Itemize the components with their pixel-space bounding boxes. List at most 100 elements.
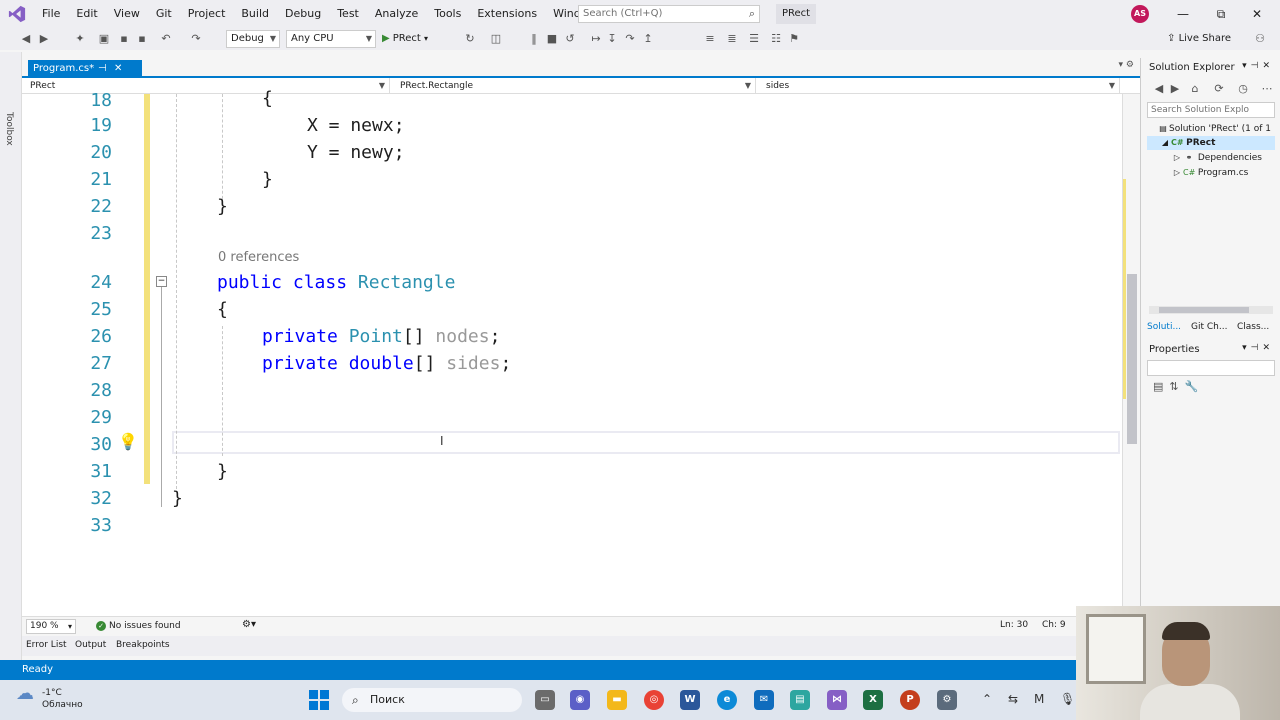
menu-build[interactable]: Build — [233, 0, 277, 28]
panel-controls-icon[interactable]: ▾⊣✕ — [1242, 343, 1274, 353]
undo-icon[interactable]: ↶ — [158, 31, 174, 47]
step-into-icon[interactable]: ↧ — [604, 31, 620, 47]
search-input[interactable]: Search (Ctrl+Q) ⌕ — [578, 5, 760, 23]
pending-changes-icon[interactable]: ◷ — [1235, 81, 1251, 97]
brush-icon[interactable]: ⚙▾ — [242, 619, 256, 630]
back-icon[interactable]: ◀ — [18, 31, 34, 47]
member-dropdown[interactable]: sides ▼ — [758, 78, 1120, 94]
menu-project[interactable]: Project — [180, 0, 234, 28]
tab-breakpoints[interactable]: Breakpoints — [116, 640, 170, 650]
uncomment-icon[interactable]: ≣ — [724, 31, 740, 47]
solution-search-input[interactable]: Search Solution Explo — [1147, 102, 1275, 118]
visual-studio-taskbar-icon[interactable]: ⋈ — [827, 690, 847, 710]
tab-solution[interactable]: Soluti... — [1147, 322, 1181, 332]
tab-git-changes[interactable]: Git Ch... — [1191, 322, 1227, 332]
tree-item-solution[interactable]: ▤ Solution 'PRect' (1 of 1 — [1147, 122, 1275, 136]
taskbar-search[interactable]: ⌕ Поиск — [342, 688, 522, 712]
mail-icon[interactable]: ✉ — [754, 690, 774, 710]
properties-object-select[interactable] — [1147, 360, 1275, 376]
menu-debug[interactable]: Debug — [277, 0, 329, 28]
vertical-scrollbar[interactable] — [1122, 94, 1140, 616]
panel-controls-icon[interactable]: ▾⊣✕ — [1242, 61, 1274, 71]
zoom-select[interactable]: 190 % ▾ — [26, 619, 76, 634]
edge-icon[interactable]: e — [717, 690, 737, 710]
save-all-icon[interactable]: ▪ — [134, 31, 150, 47]
word-icon[interactable]: W — [680, 690, 700, 710]
menu-test[interactable]: Test — [329, 0, 367, 28]
outdent-icon[interactable]: ☷ — [768, 31, 784, 47]
tab-class-view[interactable]: Class... — [1237, 322, 1269, 332]
menu-tools[interactable]: Tools — [426, 0, 469, 28]
run-button[interactable]: ▶ PRect ▾ — [382, 30, 428, 48]
forward-icon[interactable]: ▶ — [36, 31, 52, 47]
restart-icon[interactable]: ↺ — [562, 31, 578, 47]
step-over-icon[interactable]: ↷ — [622, 31, 638, 47]
scrollbar-thumb[interactable] — [1159, 307, 1249, 313]
back-icon[interactable]: ◀ — [1151, 81, 1167, 97]
windows-start-icon[interactable] — [309, 690, 329, 710]
scrollbar-thumb[interactable] — [1127, 274, 1137, 444]
tray-network-icon[interactable]: ⇆ — [1008, 692, 1018, 706]
tray-app-icon[interactable]: M — [1034, 692, 1044, 706]
stop-icon[interactable]: ■ — [544, 31, 560, 47]
browse-icon[interactable]: ◫ — [488, 31, 504, 47]
excel-icon[interactable]: X — [863, 690, 883, 710]
save-icon[interactable]: ▪ — [116, 31, 132, 47]
forward-icon[interactable]: ▶ — [1167, 81, 1183, 97]
platform-select[interactable]: Any CPU ▼ — [286, 30, 376, 48]
menu-extensions[interactable]: Extensions — [469, 0, 545, 28]
redo-icon[interactable]: ↷ — [188, 31, 204, 47]
avatar[interactable]: AS — [1131, 5, 1149, 23]
teams-chat-icon[interactable]: ◉ — [570, 690, 590, 710]
issues-indicator[interactable]: ✓ No issues found — [96, 620, 181, 633]
tree-item-program-cs[interactable]: ▷ C# Program.cs — [1147, 166, 1275, 180]
horizontal-scrollbar[interactable] — [1149, 306, 1273, 314]
notepad-icon[interactable]: ▤ — [790, 690, 810, 710]
menu-view[interactable]: View — [106, 0, 148, 28]
chrome-icon[interactable]: ◎ — [644, 690, 664, 710]
menu-edit[interactable]: Edit — [68, 0, 105, 28]
close-window-button[interactable]: ✕ — [1234, 0, 1280, 28]
tab-output[interactable]: Output — [75, 640, 106, 650]
hot-reload-icon[interactable]: ↻ — [462, 31, 478, 47]
menu-file[interactable]: File — [34, 0, 68, 28]
configuration-select[interactable]: Debug ▼ — [226, 30, 280, 48]
tab-program-cs[interactable]: Program.cs* ⊣ ✕ — [28, 60, 142, 78]
tray-chevron-icon[interactable]: ⌃ — [982, 692, 992, 706]
close-icon[interactable]: ✕ — [114, 60, 122, 78]
collapse-toggle-icon[interactable]: − — [156, 276, 167, 287]
tree-item-dependencies[interactable]: ▷ ⚭ Dependencies — [1147, 151, 1275, 165]
microphone-icon[interactable]: 🎙 — [1060, 692, 1075, 706]
powerpoint-icon[interactable]: P — [900, 690, 920, 710]
indent-icon[interactable]: ☰ — [746, 31, 762, 47]
step-icon[interactable]: ↦ — [588, 31, 604, 47]
step-out-icon[interactable]: ↥ — [640, 31, 656, 47]
open-folder-icon[interactable]: ▣ — [96, 31, 112, 47]
pause-icon[interactable]: ‖ — [526, 31, 542, 47]
more-icon[interactable]: ⋯ — [1259, 81, 1275, 97]
menu-analyze[interactable]: Analyze — [367, 0, 426, 28]
bookmark-icon[interactable]: ⚑ — [786, 31, 802, 47]
type-dropdown[interactable]: PRect.Rectangle ▼ — [392, 78, 756, 94]
tab-error-list[interactable]: Error List — [26, 640, 67, 650]
lightbulb-icon[interactable]: 💡 — [118, 432, 138, 451]
code-editor[interactable]: − 18 19 20 21 22 23 24 25 26 27 28 29 30… — [22, 88, 1140, 616]
properties-toolbar-icons[interactable]: ▤⇅🔧 — [1153, 380, 1204, 393]
feedback-icon[interactable]: ⚇ — [1252, 31, 1268, 47]
tab-overflow-icon[interactable]: ▾ ⚙ — [1119, 60, 1134, 70]
home-icon[interactable]: ⌂ — [1187, 81, 1203, 97]
task-view-icon[interactable]: ▭ — [535, 690, 555, 710]
live-share-button[interactable]: ⇪ Live Share — [1167, 31, 1231, 47]
code-text: ; — [500, 353, 512, 374]
settings-icon[interactable]: ⚙ — [937, 690, 957, 710]
toolbox-tab[interactable]: Toolbox — [4, 112, 14, 146]
pin-icon[interactable]: ⊣ — [98, 60, 107, 78]
new-project-icon[interactable]: ✦ — [72, 31, 88, 47]
csharp-project-icon: C# — [1171, 138, 1184, 147]
file-explorer-icon[interactable]: ▬ — [607, 690, 627, 710]
menu-git[interactable]: Git — [148, 0, 180, 28]
sync-icon[interactable]: ⟳ — [1211, 81, 1227, 97]
codelens-references[interactable]: 0 references — [218, 250, 299, 265]
comment-icon[interactable]: ≡ — [702, 31, 718, 47]
tree-item-project[interactable]: ◢ C# PRect — [1147, 136, 1275, 150]
